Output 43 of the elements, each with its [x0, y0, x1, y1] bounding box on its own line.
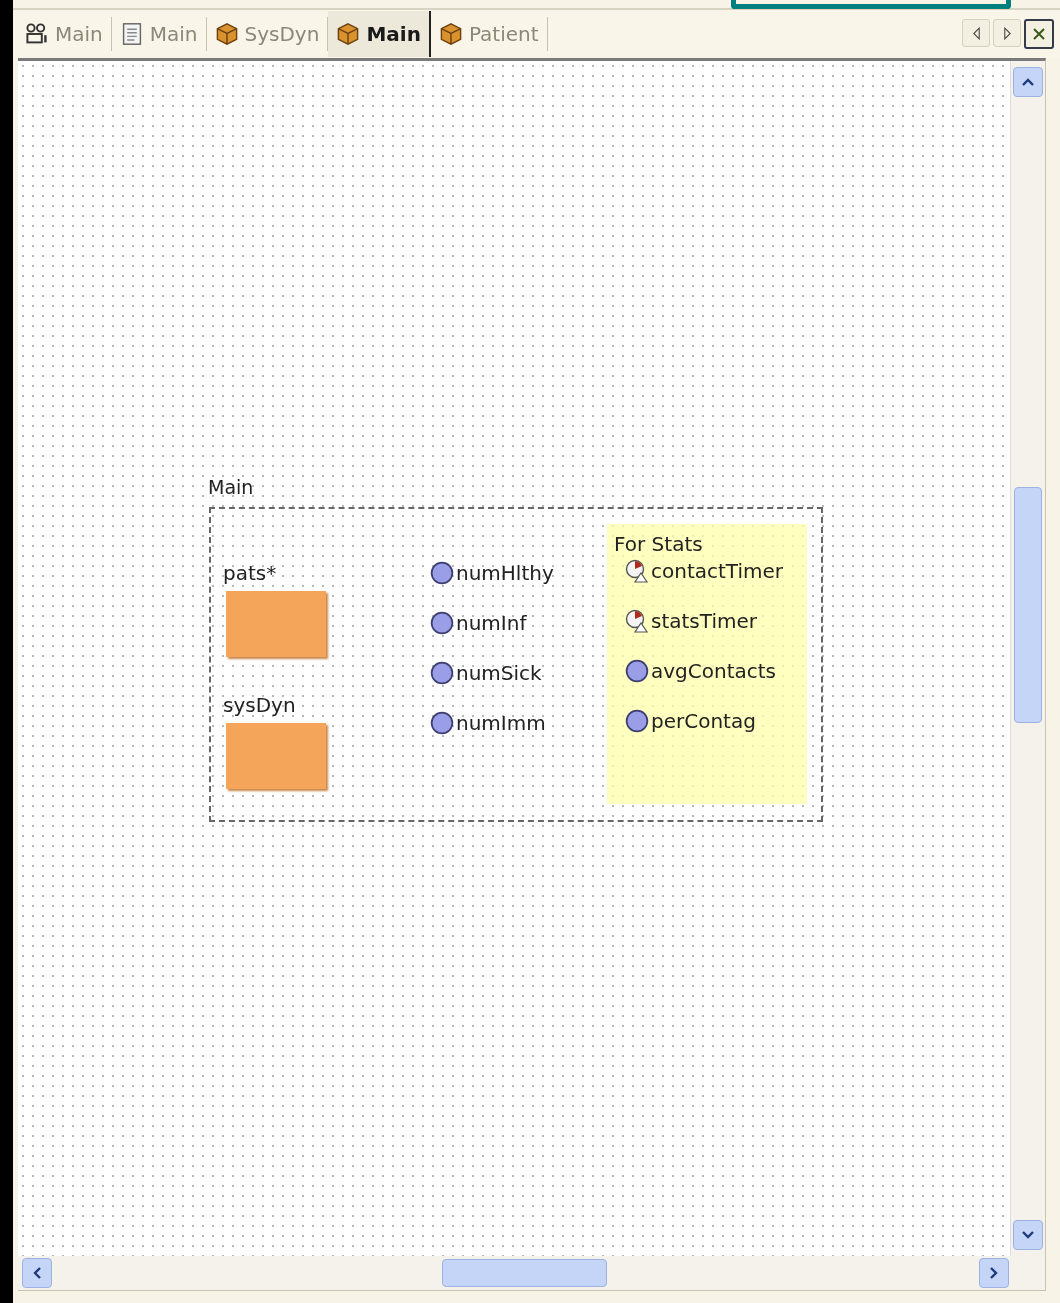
scroll-down-button[interactable] — [1013, 1220, 1043, 1250]
people-icon — [25, 22, 49, 46]
chevron-down-icon — [1021, 1230, 1035, 1240]
scroll-left-button[interactable] — [962, 19, 990, 47]
element-label[interactable]: statsTimer — [651, 609, 757, 633]
timer-icon — [625, 559, 649, 583]
tab[interactable]: Main — [328, 11, 431, 57]
element-label[interactable]: contactTimer — [651, 559, 783, 583]
element-label[interactable]: perContag — [651, 709, 756, 733]
object-label: pats* — [223, 561, 277, 585]
close-icon — [1032, 27, 1046, 41]
scroll-thumb[interactable] — [442, 1259, 607, 1287]
chevron-left-icon — [32, 1266, 42, 1280]
variable-icon — [430, 661, 454, 685]
timer-icon — [625, 609, 649, 633]
scroll-thumb[interactable] — [1014, 487, 1042, 723]
right-triangle-icon — [1002, 26, 1012, 40]
variable-icon — [625, 709, 649, 733]
variable-icon — [430, 561, 454, 585]
variable-label[interactable]: numSick — [456, 661, 542, 685]
box-icon — [214, 22, 239, 46]
stats-title: For Stats — [614, 532, 703, 556]
scroll-right-button[interactable] — [993, 19, 1021, 47]
variable-icon — [430, 611, 454, 635]
left-triangle-icon — [971, 26, 981, 40]
vertical-scrollbar[interactable] — [1010, 61, 1045, 1256]
scroll-left-button[interactable] — [22, 1258, 52, 1288]
chevron-right-icon — [989, 1266, 999, 1280]
element-label[interactable]: avgContacts — [651, 659, 777, 683]
object-label: sysDyn — [223, 693, 296, 717]
scroll-up-button[interactable] — [1013, 67, 1043, 97]
scroll-right-button[interactable] — [979, 1258, 1009, 1288]
variable-label[interactable]: numHlthy — [456, 561, 554, 585]
close-button[interactable] — [1024, 19, 1054, 49]
variable-label[interactable]: numImm — [456, 711, 546, 735]
box-icon — [438, 22, 463, 46]
variable-icon — [625, 659, 649, 683]
chevron-up-icon — [1021, 77, 1035, 87]
box-icon — [336, 22, 361, 46]
frame-label: Main — [208, 476, 254, 498]
variable-icon — [430, 711, 454, 735]
horizontal-scrollbar[interactable] — [18, 1256, 1045, 1290]
variable-label[interactable]: numInf — [456, 611, 527, 635]
